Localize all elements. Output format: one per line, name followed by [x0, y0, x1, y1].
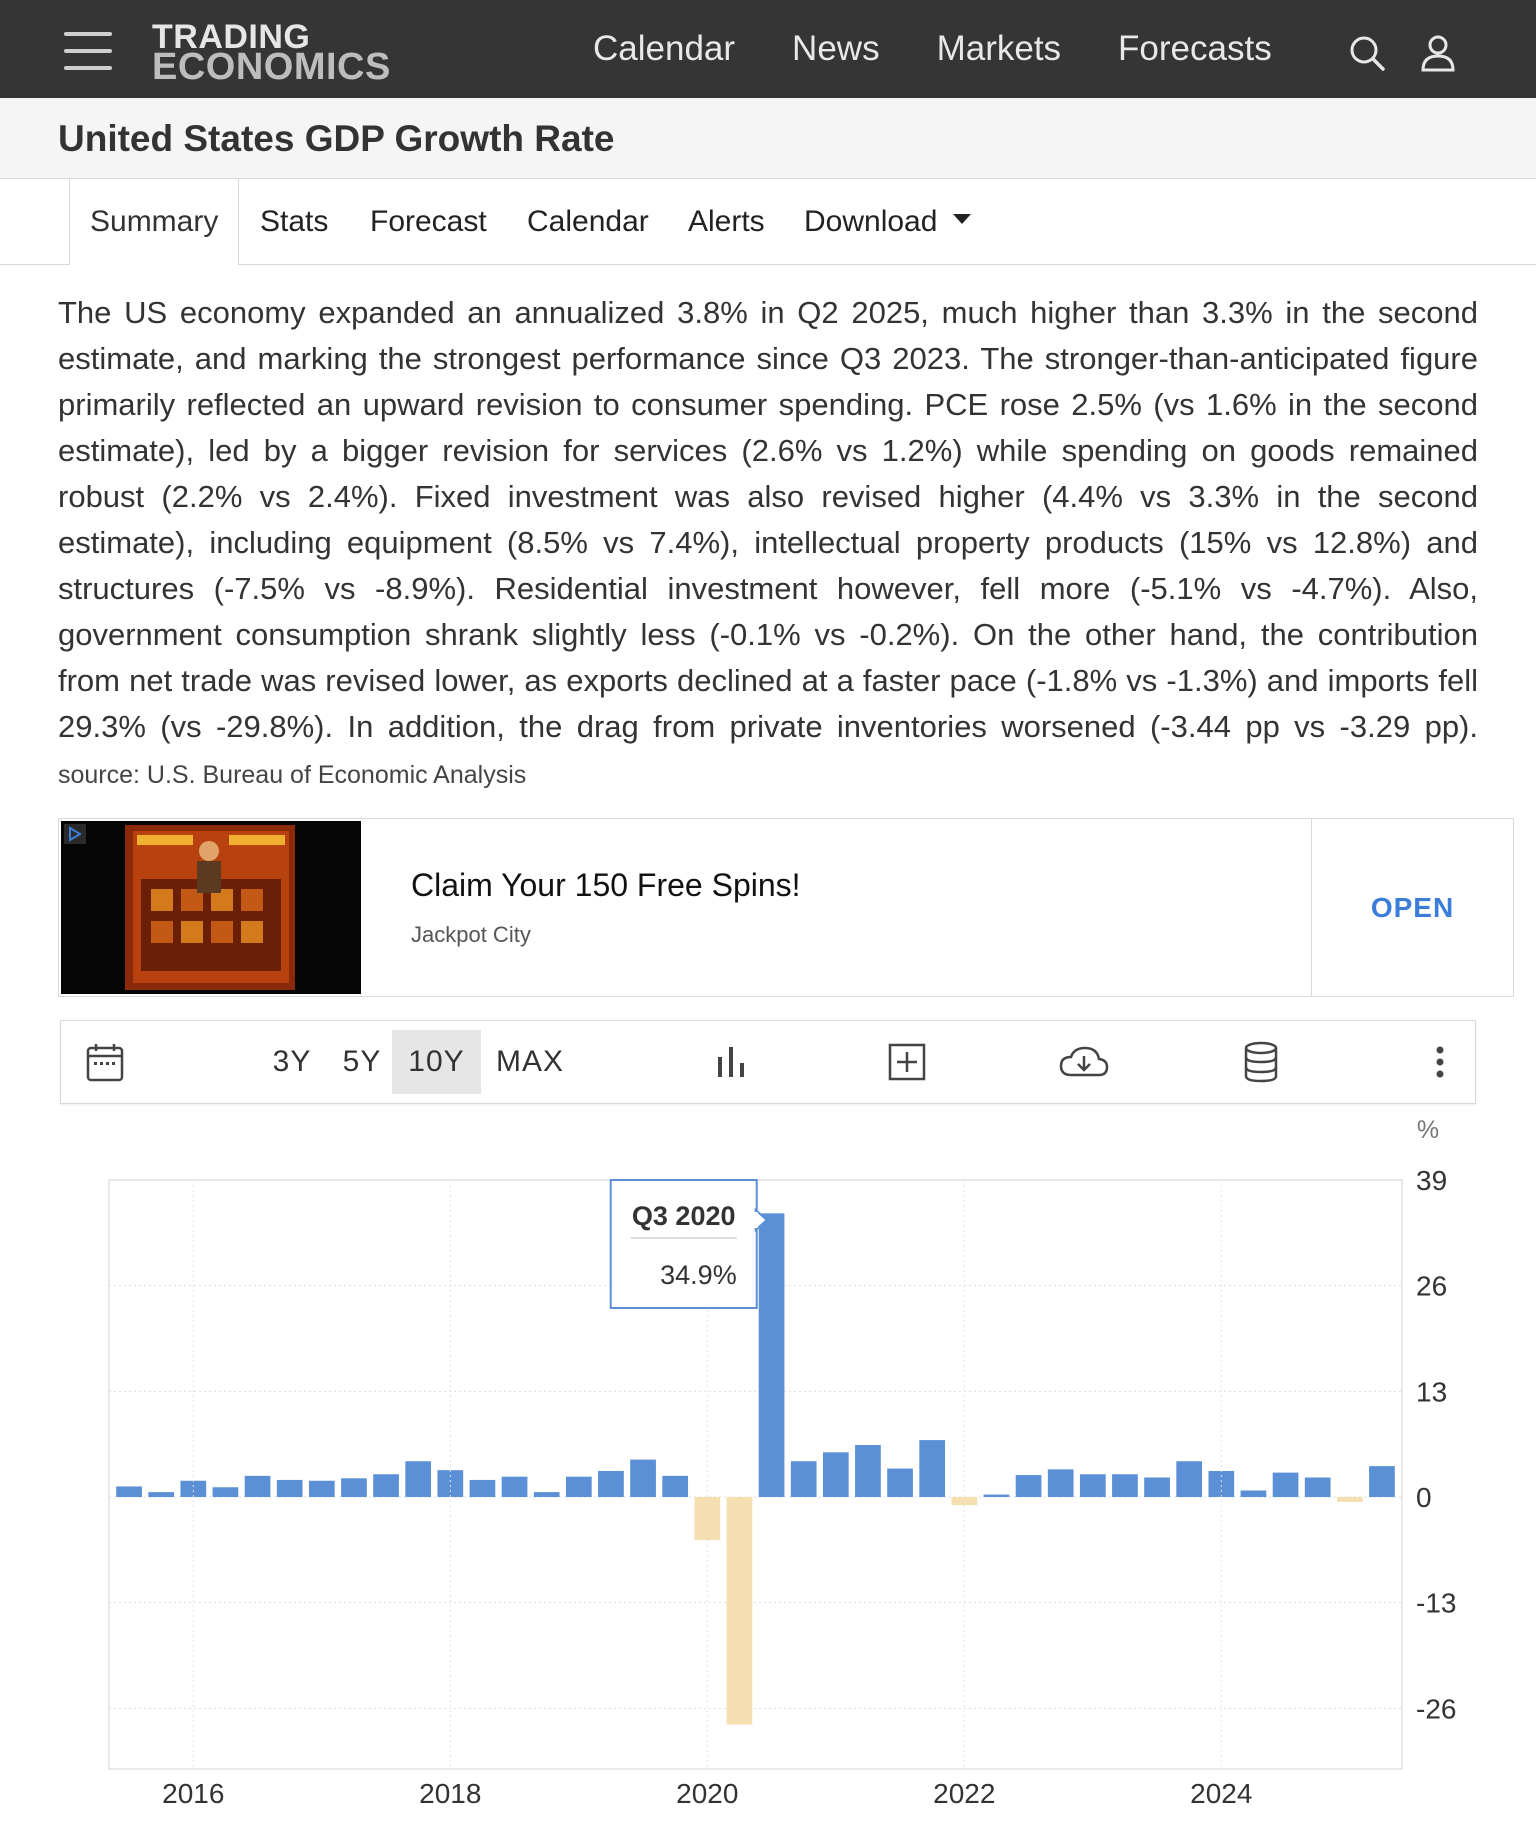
chart-bar — [437, 1470, 464, 1497]
search-icon[interactable] — [1348, 34, 1386, 72]
nav-calendar[interactable]: Calendar — [593, 29, 735, 69]
summary-body: The US economy expanded an annualized 3.… — [58, 295, 1478, 744]
chart-bar — [244, 1475, 271, 1497]
calendar-icon[interactable] — [85, 1021, 125, 1103]
y-tick-label: 13 — [1416, 1376, 1447, 1407]
chart-bar — [1272, 1472, 1299, 1497]
chart-bar — [662, 1475, 689, 1497]
nav-news[interactable]: News — [792, 29, 880, 69]
chart-bar — [1112, 1474, 1138, 1497]
ad-open-button[interactable]: OPEN — [1312, 819, 1513, 996]
y-tick-label: 0 — [1416, 1482, 1432, 1513]
chart-bar — [758, 1213, 785, 1497]
chart-bar — [148, 1492, 175, 1497]
chart-bar — [822, 1452, 849, 1497]
caret-down-icon — [953, 214, 972, 225]
chart-bar — [790, 1461, 817, 1497]
chart-bar — [212, 1487, 239, 1497]
hamburger-menu-icon[interactable] — [64, 32, 112, 72]
bar-chart-icon[interactable] — [711, 1021, 751, 1103]
user-icon[interactable] — [1420, 34, 1456, 72]
chart-bar — [405, 1461, 432, 1497]
logo-line-2: ECONOMICS — [152, 46, 391, 88]
adchoices-icon[interactable] — [64, 824, 86, 844]
tab-forecast[interactable]: Forecast — [370, 179, 487, 264]
chart-bar — [919, 1440, 946, 1497]
tooltip-value: 34.9% — [660, 1260, 737, 1290]
tab-calendar[interactable]: Calendar — [527, 179, 649, 264]
y-tick-label: -26 — [1416, 1693, 1456, 1724]
chart-bar — [887, 1468, 913, 1497]
tab-stats[interactable]: Stats — [260, 179, 328, 264]
x-tick-label: 2020 — [676, 1778, 738, 1809]
ad-title[interactable]: Claim Your 150 Free Spins! — [411, 867, 801, 904]
tab-summary[interactable]: Summary — [69, 179, 240, 265]
chart-bar — [1176, 1461, 1203, 1497]
chart-bar — [373, 1474, 399, 1497]
chart-bar — [726, 1497, 753, 1725]
add-icon[interactable] — [887, 1021, 927, 1103]
chart-svg: 39 26 13 0 -13 -26% 2016 2018 2020 2022 2024 Q3 202… — [108, 1116, 1456, 1809]
chart-bar — [276, 1479, 303, 1497]
chart-bar — [983, 1494, 1010, 1497]
range-max[interactable]: MAX — [491, 1021, 569, 1103]
chart-bar — [116, 1486, 142, 1497]
more-icon[interactable] — [1425, 1021, 1455, 1103]
title-bar: United States GDP Growth Rate — [0, 98, 1536, 179]
x-tick-label: 2022 — [933, 1778, 995, 1809]
chart-toolbar: 3Y 5Y 10Y MAX — [60, 1020, 1476, 1104]
chart-bar — [1015, 1475, 1042, 1497]
tab-alerts[interactable]: Alerts — [688, 179, 765, 264]
chart-bar — [533, 1492, 560, 1497]
y-tick-label: 39 — [1416, 1165, 1447, 1196]
x-tick-label: 2016 — [162, 1778, 224, 1809]
chart-bar — [469, 1479, 496, 1497]
chart-bar — [855, 1444, 881, 1497]
nav-forecasts[interactable]: Forecasts — [1118, 29, 1272, 69]
chart-bar — [1208, 1470, 1235, 1497]
chart-bar — [565, 1476, 592, 1497]
chart-bar — [1079, 1474, 1106, 1497]
main-nav: Calendar News Markets Forecasts — [593, 0, 1329, 98]
database-icon[interactable] — [1241, 1021, 1281, 1103]
x-tick-label: 2018 — [419, 1778, 481, 1809]
chart-bar — [180, 1480, 207, 1497]
tab-download-label: Download — [804, 205, 938, 238]
page-title: United States GDP Growth Rate — [58, 118, 615, 159]
top-navbar: TRADING ECONOMICS Calendar News Markets … — [0, 0, 1536, 98]
chart-bar — [1240, 1490, 1267, 1497]
source-note[interactable]: source: U.S. Bureau of Economic Analysis — [58, 761, 526, 789]
y-tick-label: 26 — [1416, 1271, 1447, 1302]
chart-bar — [694, 1497, 721, 1541]
logo[interactable]: TRADING ECONOMICS — [152, 20, 391, 88]
y-tick-label: -13 — [1416, 1588, 1456, 1619]
ad-advertiser: Jackpot City — [411, 922, 531, 947]
ad-banner[interactable]: Claim Your 150 Free Spins! Jackpot City … — [58, 818, 1514, 997]
summary-text: The US economy expanded an annualized 3.… — [58, 290, 1478, 798]
gdp-growth-chart: 39 26 13 0 -13 -26% 2016 2018 2020 2022 2024 Q3 202… — [60, 1102, 1474, 1841]
chart-bar — [598, 1470, 624, 1497]
chart-bar — [341, 1478, 367, 1497]
chart-bar — [1369, 1466, 1395, 1497]
range-10y[interactable]: 10Y — [392, 1030, 481, 1094]
tooltip-pointer-mask — [753, 1212, 758, 1228]
tab-download[interactable]: Download — [804, 179, 972, 264]
ad-image[interactable] — [61, 821, 361, 994]
y-unit-label: % — [1417, 1116, 1439, 1144]
tab-bar: Summary Stats Forecast Calendar Alerts D… — [0, 179, 1536, 265]
range-3y[interactable]: 3Y — [263, 1021, 321, 1103]
chart-bar — [501, 1476, 528, 1497]
nav-markets[interactable]: Markets — [937, 29, 1061, 69]
download-cloud-icon[interactable] — [1057, 1021, 1111, 1103]
chart-bar — [1047, 1469, 1074, 1497]
chart-bar — [308, 1480, 335, 1497]
chart-bar — [1336, 1497, 1363, 1502]
tooltip-label: Q3 2020 — [632, 1201, 736, 1231]
chart-bar — [630, 1459, 656, 1497]
chart-bar — [1304, 1477, 1331, 1497]
chart-bar — [1144, 1477, 1170, 1497]
range-5y[interactable]: 5Y — [333, 1021, 391, 1103]
x-tick-label: 2024 — [1190, 1778, 1252, 1809]
